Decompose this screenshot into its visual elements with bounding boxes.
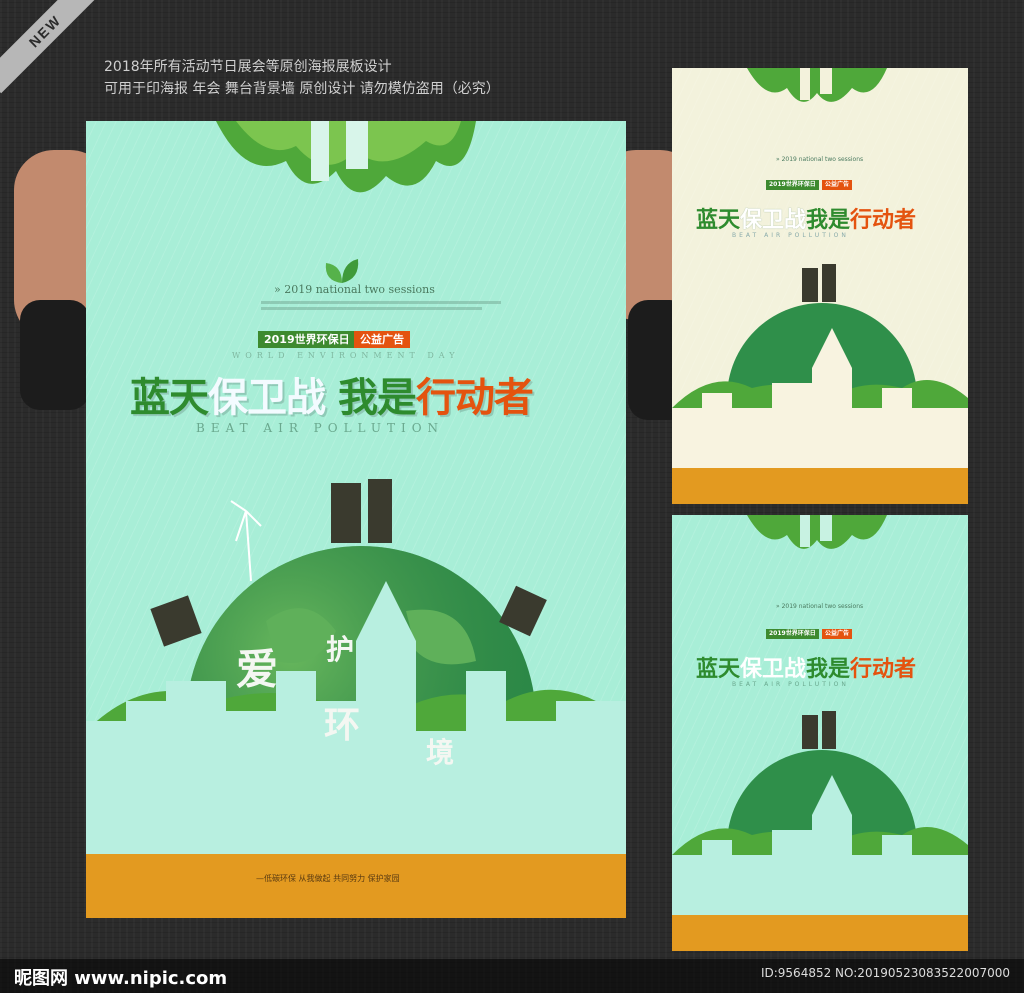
body-small-text [261, 299, 501, 313]
globe-city-illustration-small-2 [672, 711, 968, 915]
badge-world-env-day-small-2: 2019世界环保日 [766, 629, 819, 639]
love-char-2: 护 [326, 633, 355, 666]
new-corner-ribbon: NEW [0, 0, 108, 94]
globe-city-illustration [86, 479, 626, 861]
left-arm-sleeve [20, 300, 90, 410]
title-part-2: 保卫战 [208, 375, 326, 421]
ground-strip-small-2 [672, 915, 968, 951]
ground-strip-small-1 [672, 468, 968, 504]
top-leaves-graphic [216, 121, 476, 193]
new-badge-label: NEW [25, 11, 65, 51]
main-title-small-1: 蓝天保卫战我是行动者 [696, 208, 917, 233]
bottom-slogan: —低碳环保 从我做起 共同努力 保护家园 [256, 874, 400, 883]
preview-poster-2: » 2019 national two sessions 2019世界环保日 公… [672, 515, 968, 951]
main-title: 蓝天保卫战 我是行动者 [130, 365, 534, 423]
subtitle-en-small-2: BEAT AIR POLLUTION [732, 681, 849, 688]
leaf-icon [325, 259, 359, 283]
love-char-3: 环 [324, 705, 361, 746]
header-text: 2018年所有活动节日展会等原创海报展板设计 可用于印海报 年会 舞台背景墙 原… [104, 56, 500, 100]
en-tagline: » 2019 national two sessions [274, 283, 435, 296]
title-part-1: 蓝天 [130, 375, 209, 421]
title-part-3: 我是 [337, 375, 417, 421]
top-leaves-graphic-small-1 [747, 68, 887, 102]
badge-public-ad: 公益广告 [354, 331, 410, 348]
subtitle-en-small-1: BEAT AIR POLLUTION [732, 232, 849, 239]
ground-strip [86, 854, 626, 918]
image-id-text: ID:9564852 NO:20190523083522007000 [760, 966, 1010, 980]
world-env-day-text: WORLD ENVIRONMENT DAY [232, 351, 460, 360]
badge-public-ad-small-2: 公益广告 [822, 629, 853, 639]
en-tagline-small-2: » 2019 national two sessions [776, 603, 864, 610]
love-char-4: 境 [426, 736, 455, 769]
badge-world-env-day-small-1: 2019世界环保日 [766, 180, 819, 190]
love-char-1: 爱 [236, 645, 279, 694]
preview-poster-1: » 2019 national two sessions 2019世界环保日 公… [672, 68, 968, 504]
header-line-2: 可用于印海报 年会 舞台背景墙 原创设计 请勿模仿盗用（必究） [104, 81, 500, 97]
top-leaves-graphic-small-2 [747, 515, 887, 549]
badge-public-ad-small-1: 公益广告 [822, 180, 853, 190]
site-logo[interactable]: 昵图网 www.nipic.com [14, 964, 227, 990]
globe-city-illustration-small-1 [672, 264, 968, 468]
main-title-small-2: 蓝天保卫战我是行动者 [696, 657, 917, 682]
en-tagline-small-1: » 2019 national two sessions [776, 156, 864, 163]
badge-world-env-day: 2019世界环保日 [258, 331, 356, 348]
title-part-4: 行动者 [415, 375, 534, 421]
subtitle-en: BEAT AIR POLLUTION [196, 421, 445, 435]
header-line-1: 2018年所有活动节日展会等原创海报展板设计 [104, 59, 392, 75]
main-poster: » 2019 national two sessions 2019世界环保日 公… [86, 121, 626, 918]
